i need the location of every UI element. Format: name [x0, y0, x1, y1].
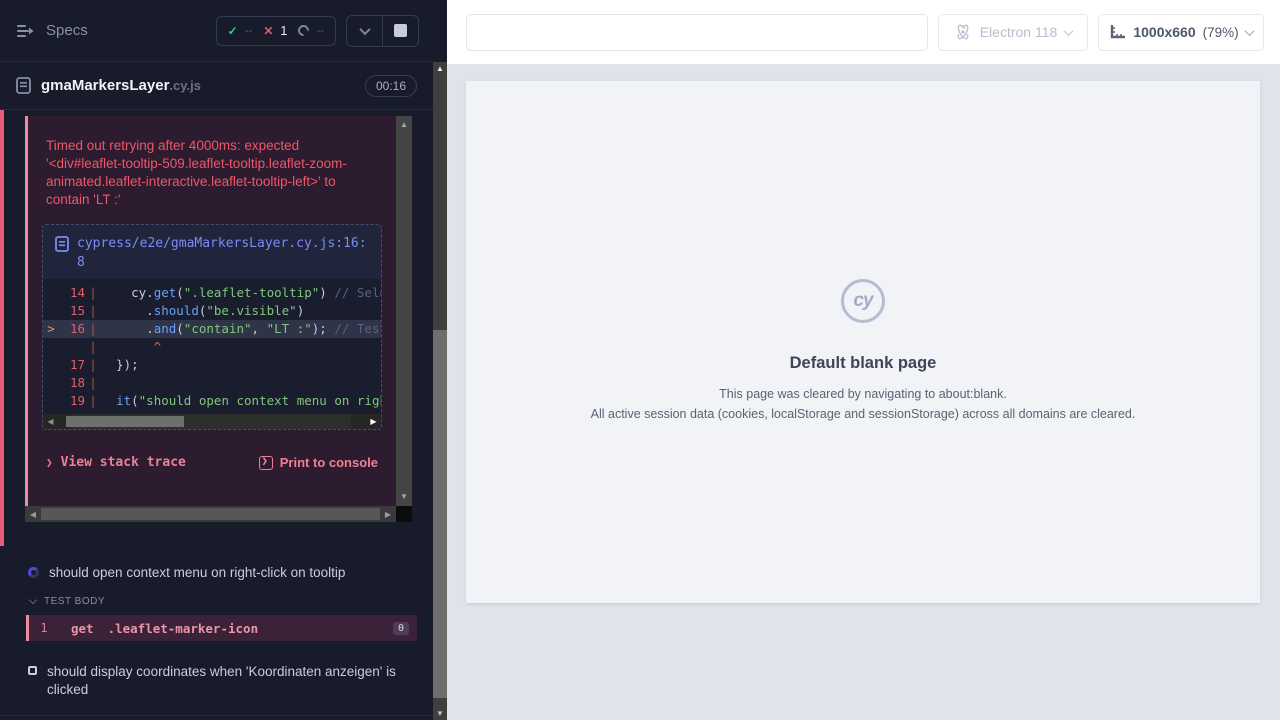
preferences-dropdown-button[interactable] [347, 16, 382, 46]
code-line: 14| cy.get(".leaflet-tooltip") // Sele [43, 284, 381, 302]
scroll-left-icon[interactable]: ◀ [43, 417, 58, 426]
test-row-running[interactable]: should open context menu on right-click … [0, 560, 433, 586]
viewport-zoom: (79%) [1203, 25, 1239, 40]
chevron-right-icon: ❯ [46, 456, 53, 469]
scroll-right-icon[interactable]: ▶ [380, 510, 396, 519]
code-line: | ^ [43, 338, 381, 356]
code-line: >16| .and("contain", "LT :"); // Test [43, 320, 381, 338]
reporter-scrollbar[interactable]: ▲ ▼ [433, 62, 447, 720]
file-icon [55, 236, 69, 272]
failed-attempt-region: Timed out retrying after 4000ms: expecte… [0, 110, 433, 546]
scrollbar-thumb[interactable] [433, 330, 447, 698]
test-title: should display coordinates when 'Koordin… [47, 663, 399, 699]
viewport-size: 1000x660 [1133, 24, 1195, 40]
specs-label[interactable]: Specs [46, 22, 88, 39]
chevron-down-icon [1064, 26, 1074, 36]
failed-count: 1 [280, 24, 287, 38]
runner-topbar: Electron 118 1000x660 (79%) [447, 0, 1280, 64]
attempt-fail-indicator [0, 110, 4, 546]
code-line: 19| it("should open context menu on righ [43, 392, 381, 410]
url-input[interactable] [466, 14, 928, 51]
pending-icon [296, 23, 312, 39]
command-log-row[interactable]: 1 get .leaflet-marker-icon 0 [26, 615, 417, 641]
run-controls [346, 15, 419, 47]
stop-tests-button[interactable] [383, 16, 418, 46]
divider [0, 715, 433, 716]
spec-name: gmaMarkersLayer.cy.js [41, 77, 201, 94]
code-frame-hscrollbar[interactable]: ◀ ▶ [43, 414, 381, 429]
code-frame-file-link[interactable]: cypress/e2e/gmaMarkersLayer.cy.js:16:8 [77, 234, 369, 272]
elements-count-badge: 0 [393, 622, 409, 635]
view-stack-trace-link[interactable]: ❯View stack trace [46, 455, 186, 470]
aut-stage: cy Default blank page This page was clea… [447, 64, 1280, 720]
failed-icon: ✕ [263, 24, 273, 38]
code-line: 17| }); [43, 356, 381, 374]
passed-count: -- [245, 25, 253, 37]
error-panel: Timed out retrying after 4000ms: expecte… [25, 116, 396, 506]
scrollbar-corner [396, 506, 412, 522]
runner-main: Electron 118 1000x660 (79%) cy Default b… [447, 0, 1280, 720]
chevron-down-icon [359, 23, 370, 34]
spec-timer: 00:16 [365, 75, 417, 97]
viewport-info-button[interactable]: 1000x660 (79%) [1098, 14, 1264, 51]
browser-name: Electron 118 [980, 24, 1058, 40]
scroll-left-icon[interactable]: ◀ [25, 510, 41, 519]
cypress-logo: cy [841, 279, 885, 323]
stop-icon [394, 24, 407, 37]
command-method: get [71, 621, 94, 636]
chevron-down-icon [29, 596, 37, 604]
pending-count: -- [316, 25, 324, 37]
code-frame-header[interactable]: cypress/e2e/gmaMarkersLayer.cy.js:16:8 [43, 225, 381, 279]
code-line: 15| .should("be.visible") [43, 302, 381, 320]
running-spinner-icon [28, 567, 39, 578]
blank-page-line1: This page was cleared by navigating to a… [466, 386, 1260, 403]
test-stats: ✓ -- ✕ 1 -- [216, 16, 336, 46]
code-frame: cypress/e2e/gmaMarkersLayer.cy.js:16:8 1… [42, 224, 382, 430]
specs-menu-icon[interactable] [16, 24, 36, 38]
chevron-down-icon [1244, 26, 1254, 36]
tests-list: should open context menu on right-click … [0, 546, 433, 716]
scrollbar-thumb[interactable] [66, 416, 184, 427]
spec-row[interactable]: gmaMarkersLayer.cy.js 00:16 [0, 62, 433, 110]
command-number: 1 [29, 621, 59, 635]
reporter-header: Specs ✓ -- ✕ 1 -- [0, 0, 433, 62]
command-selector: .leaflet-marker-icon [108, 621, 393, 636]
scroll-up-icon[interactable]: ▲ [396, 118, 412, 132]
scroll-down-icon[interactable]: ▼ [433, 709, 447, 718]
error-region-hscrollbar[interactable]: ◀ ▶ [25, 506, 396, 522]
browser-select[interactable]: Electron 118 [938, 14, 1088, 51]
ruler-icon [1109, 24, 1126, 40]
scroll-down-icon[interactable]: ▼ [396, 490, 412, 504]
aut-blank-page: cy Default blank page This page was clea… [466, 81, 1260, 603]
pending-test-icon [28, 666, 37, 675]
scroll-right-icon[interactable]: ▶ [366, 417, 381, 426]
reporter-content: Specs ✓ -- ✕ 1 -- [0, 0, 433, 720]
error-panel-vscrollbar[interactable]: ▲ ▼ [396, 116, 412, 506]
test-body-label: TEST BODY [44, 596, 105, 607]
error-message: Timed out retrying after 4000ms: expecte… [28, 116, 396, 209]
electron-browser-icon [954, 23, 972, 41]
test-title: should open context menu on right-click … [49, 564, 345, 582]
code-lines: 14| cy.get(".leaflet-tooltip") // Sele15… [43, 279, 381, 414]
blank-page-line2: All active session data (cookies, localS… [466, 406, 1260, 423]
code-line: 18| [43, 374, 381, 392]
console-icon [259, 456, 273, 470]
scroll-up-icon[interactable]: ▲ [433, 64, 447, 73]
passed-icon: ✓ [228, 24, 238, 38]
reporter-sidebar: Specs ✓ -- ✕ 1 -- [0, 0, 447, 720]
test-body-toggle[interactable]: TEST BODY [0, 586, 433, 615]
scrollbar-thumb[interactable] [41, 508, 380, 520]
blank-page-title: Default blank page [466, 354, 1260, 373]
test-row-pending[interactable]: should display coordinates when 'Koordin… [0, 659, 433, 703]
print-to-console-button[interactable]: Print to console [259, 455, 378, 470]
spec-file-icon [16, 77, 31, 94]
spec-extension: .cy.js [169, 78, 201, 93]
